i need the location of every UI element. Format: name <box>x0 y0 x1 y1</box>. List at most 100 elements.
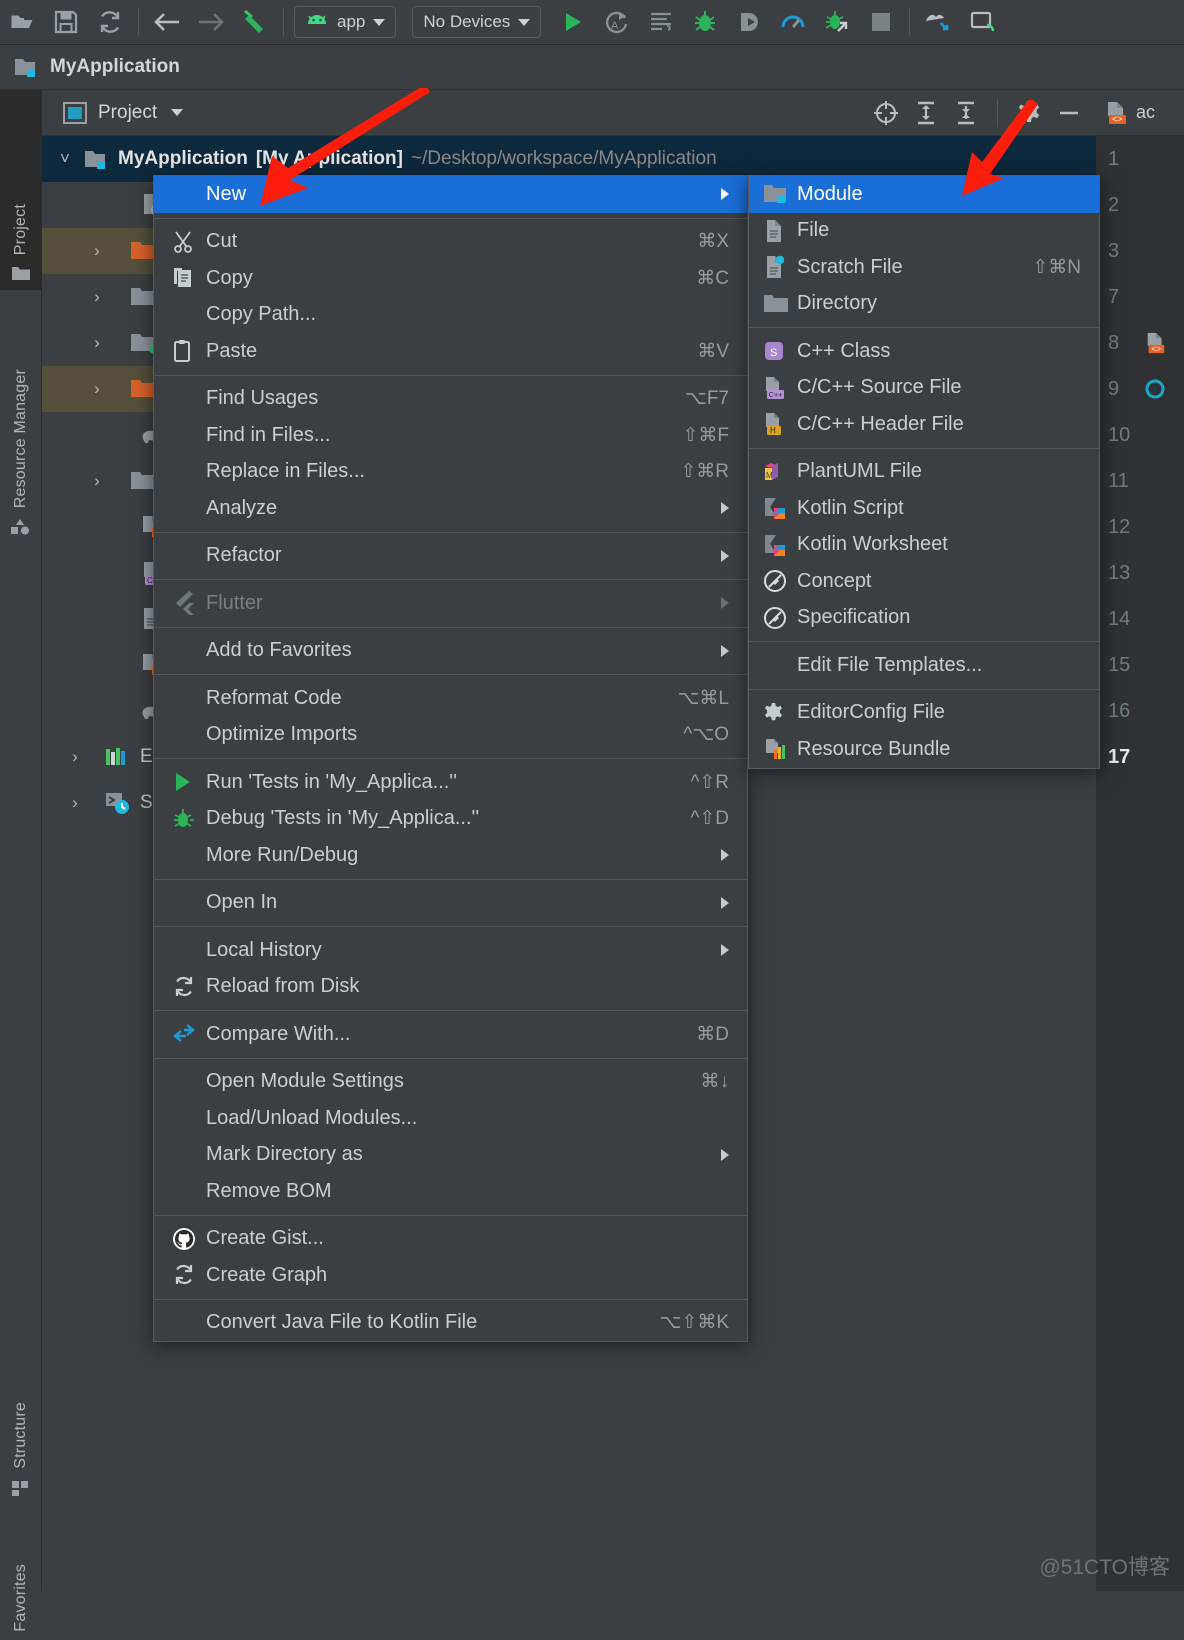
submenu-item-c-c-source-file[interactable]: C++C/C++ Source File <box>749 370 1099 407</box>
chevron-expanded-icon[interactable]: ˅ <box>54 149 76 169</box>
menu-item-refactor[interactable]: Refactor <box>154 538 747 575</box>
menu-item-cut[interactable]: Cut⌘X <box>154 224 747 261</box>
apply-code-changes-icon[interactable] <box>815 0 859 44</box>
submenu-item-concept[interactable]: Concept <box>749 563 1099 600</box>
menu-item-debug-tests-in-my-applica[interactable]: Debug 'Tests in 'My_Applica...''^⇧D <box>154 801 747 838</box>
apply-changes-icon[interactable]: A <box>595 0 639 44</box>
menu-item-analyze[interactable]: Analyze <box>154 490 747 527</box>
device-selector[interactable]: No Devices <box>412 6 541 38</box>
chevron-down-icon[interactable] <box>171 109 183 116</box>
submenu-item-kotlin-worksheet[interactable]: Kotlin Worksheet <box>749 527 1099 564</box>
sidebar-item-favorites[interactable]: Favorites <box>0 1520 42 1640</box>
submenu-item-c-class[interactable]: SC++ Class <box>749 333 1099 370</box>
run-configuration-selector[interactable]: app <box>294 6 396 38</box>
menu-separator <box>154 579 747 580</box>
submenu-item-module[interactable]: Module <box>749 176 1099 213</box>
submenu-item-plantuml-file[interactable]: MPlantUML File <box>749 454 1099 491</box>
menu-item-label: Paste <box>206 340 681 363</box>
menu-item-create-graph[interactable]: Create Graph <box>154 1257 747 1294</box>
open-folder-icon[interactable] <box>0 0 44 44</box>
menu-item-create-gist[interactable]: Create Gist... <box>154 1221 747 1258</box>
select-opened-file-icon[interactable] <box>869 96 903 130</box>
menu-item-load-unload-modules[interactable]: Load/Unload Modules... <box>154 1100 747 1137</box>
menu-item-run-tests-in-my-applica[interactable]: Run 'Tests in 'My_Applica...''^⇧R <box>154 764 747 801</box>
menu-item-shortcut: ⌘X <box>697 230 729 253</box>
sidebar-item-structure[interactable]: Structure <box>0 1345 42 1505</box>
debug-icon[interactable] <box>683 0 727 44</box>
submenu-item-specification[interactable]: Specification <box>749 600 1099 637</box>
chevron-right-icon[interactable]: › <box>86 379 108 399</box>
forward-arrow-icon[interactable] <box>189 0 233 44</box>
target-circle-icon[interactable] <box>1144 378 1166 400</box>
menu-separator <box>154 879 747 880</box>
chevron-right-icon[interactable]: › <box>86 287 108 307</box>
submenu-item-resource-bundle[interactable]: Resource Bundle <box>749 731 1099 768</box>
line-row: 13 <box>1096 550 1184 596</box>
submenu-item-file[interactable]: File <box>749 213 1099 250</box>
menu-item-replace-in-files[interactable]: Replace in Files...⇧⌘R <box>154 454 747 491</box>
menu-item-mark-directory-as[interactable]: Mark Directory as <box>154 1137 747 1174</box>
sync-icon[interactable] <box>88 0 132 44</box>
expand-all-icon[interactable] <box>909 96 943 130</box>
sidebar-item-project[interactable]: Project <box>0 90 42 290</box>
hide-icon[interactable] <box>1052 96 1086 130</box>
menu-item-compare-with[interactable]: Compare With...⌘D <box>154 1016 747 1053</box>
submenu-item-edit-file-templates[interactable]: Edit File Templates... <box>749 647 1099 684</box>
menu-item-open-in[interactable]: Open In <box>154 885 747 922</box>
cut-icon <box>172 230 206 254</box>
menu-item-find-in-files[interactable]: Find in Files...⇧⌘F <box>154 417 747 454</box>
collapse-all-icon[interactable] <box>949 96 983 130</box>
avd-manager-icon[interactable] <box>916 0 960 44</box>
menu-item-paste[interactable]: Paste⌘V <box>154 333 747 370</box>
menu-item-reload-from-disk[interactable]: Reload from Disk <box>154 969 747 1006</box>
build-hammer-icon[interactable] <box>233 0 277 44</box>
chevron-right-icon[interactable]: › <box>86 333 108 353</box>
submenu-item-label: Concept <box>797 570 1081 593</box>
menu-item-find-usages[interactable]: Find Usages⌥F7 <box>154 381 747 418</box>
run-icon[interactable] <box>551 0 595 44</box>
menu-item-remove-bom[interactable]: Remove BOM <box>154 1173 747 1210</box>
save-icon[interactable] <box>44 0 88 44</box>
menu-item-new[interactable]: New <box>154 176 747 213</box>
submenu-item-scratch-file[interactable]: Scratch File⇧⌘N <box>749 249 1099 286</box>
menu-item-add-to-favorites[interactable]: Add to Favorites <box>154 633 747 670</box>
profiler-icon[interactable] <box>771 0 815 44</box>
submenu-item-directory[interactable]: Directory <box>749 286 1099 323</box>
menu-item-convert-java-file-to-kotlin-file[interactable]: Convert Java File to Kotlin File⌥⇧⌘K <box>154 1305 747 1342</box>
chevron-right-icon[interactable]: › <box>64 747 86 767</box>
chevron-right-icon[interactable]: › <box>64 793 86 813</box>
attach-debugger-icon[interactable] <box>727 0 771 44</box>
stop-icon[interactable] <box>859 0 903 44</box>
chevron-right-icon[interactable]: › <box>86 241 108 261</box>
chevron-right-icon[interactable]: › <box>86 471 108 491</box>
menu-item-optimize-imports[interactable]: Optimize Imports^⌥O <box>154 717 747 754</box>
sidebar-item-resource-manager[interactable]: Resource Manager <box>0 294 42 544</box>
sdk-manager-icon[interactable] <box>960 0 1004 44</box>
menu-item-copy-path[interactable]: Copy Path... <box>154 297 747 334</box>
logcat-icon[interactable] <box>639 0 683 44</box>
settings-gear-icon[interactable] <box>1012 96 1046 130</box>
new-submenu: ModuleFileScratch File⇧⌘NDirectory SC++ C… <box>748 175 1100 769</box>
submenu-item-editorconfig-file[interactable]: EditorConfig File <box>749 695 1099 732</box>
line-number: 13 <box>1108 562 1138 585</box>
menu-item-more-run-debug[interactable]: More Run/Debug <box>154 837 747 874</box>
module-icon <box>84 148 110 170</box>
editor-tab[interactable]: <> ac <box>1096 90 1184 136</box>
submenu-item-c-c-header-file[interactable]: HC/C++ Header File <box>749 406 1099 443</box>
menu-item-open-module-settings[interactable]: Open Module Settings⌘↓ <box>154 1064 747 1101</box>
menu-item-local-history[interactable]: Local History <box>154 932 747 969</box>
project-view-icon <box>62 101 88 125</box>
submenu-item-kotlin-script[interactable]: Kotlin Script <box>749 490 1099 527</box>
line-row: 17 <box>1096 734 1184 780</box>
menu-item-flutter[interactable]: Flutter <box>154 585 747 622</box>
submenu-item-label: Edit File Templates... <box>797 654 1081 677</box>
watermark: @51CTO博客 <box>1039 1551 1170 1581</box>
back-arrow-icon[interactable] <box>145 0 189 44</box>
xml-file-icon[interactable]: <> <box>1144 331 1168 355</box>
concept-icon <box>763 569 797 593</box>
menu-item-reformat-code[interactable]: Reformat Code⌥⌘L <box>154 680 747 717</box>
svg-text:H: H <box>770 426 776 435</box>
menu-item-label: More Run/Debug <box>206 844 705 867</box>
menu-item-copy[interactable]: Copy⌘C <box>154 260 747 297</box>
scratch-file-icon <box>763 255 797 279</box>
